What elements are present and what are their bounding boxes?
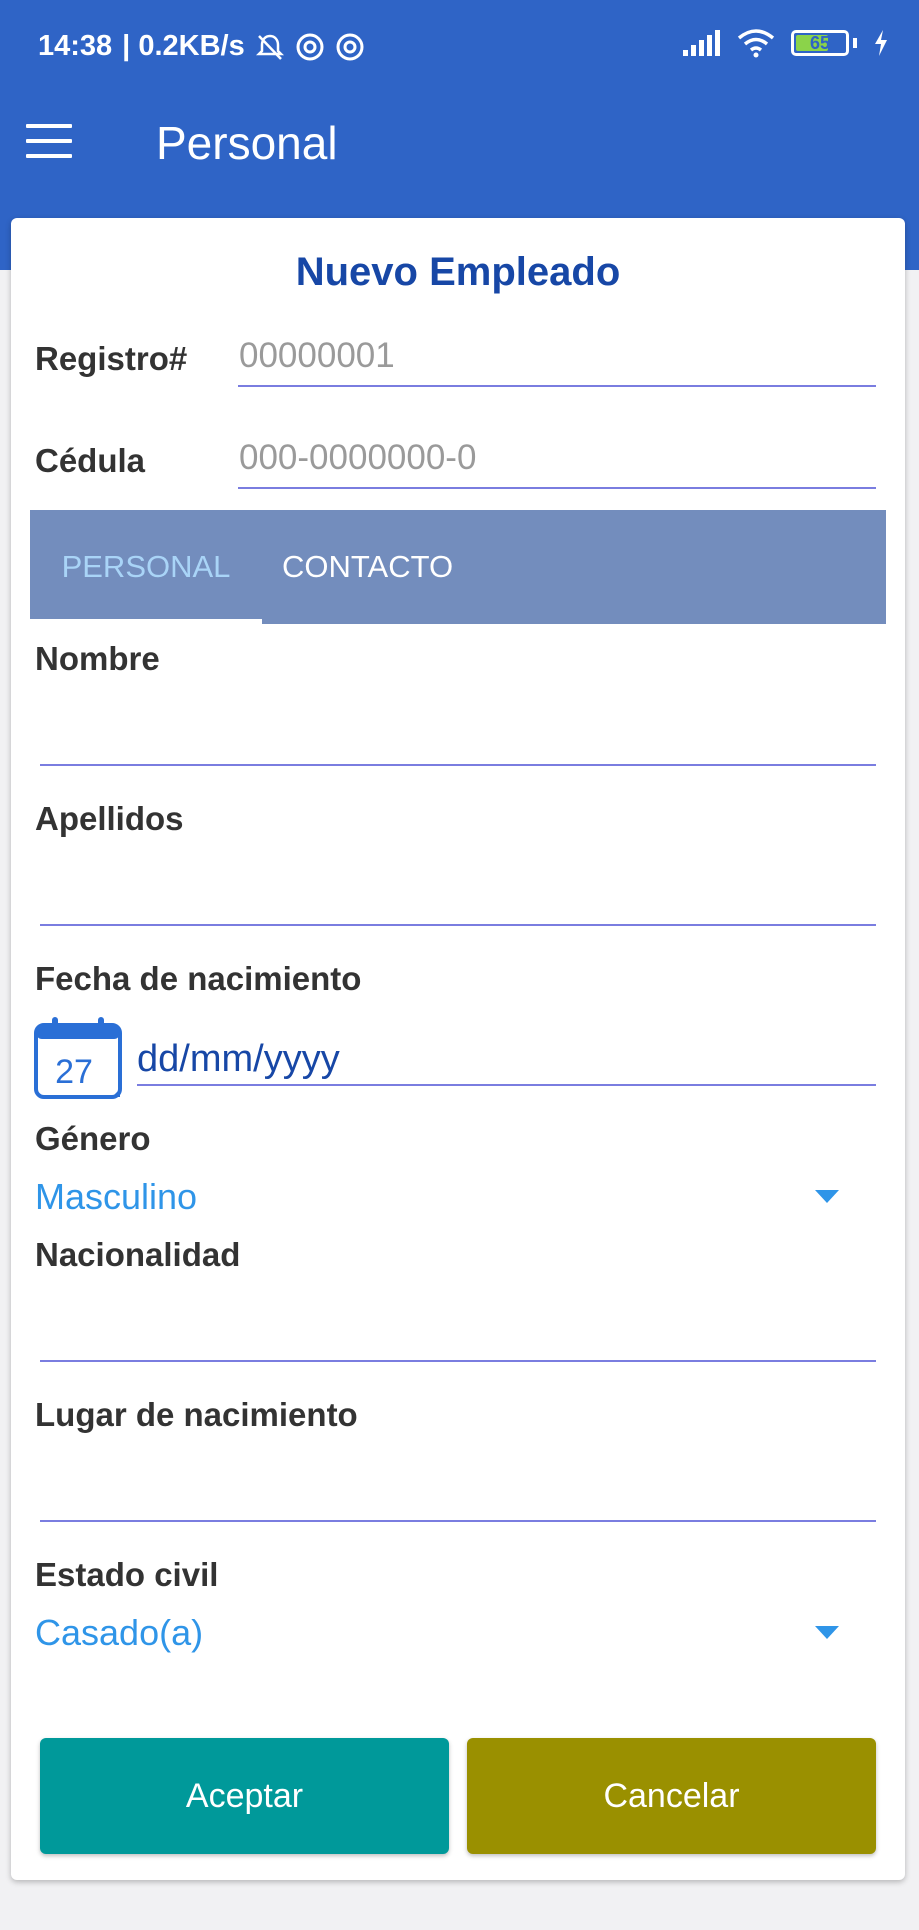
cancel-button[interactable]: Cancelar bbox=[467, 1738, 876, 1854]
genero-dropdown-arrow-icon[interactable] bbox=[815, 1190, 839, 1203]
status-right: 65 bbox=[683, 28, 889, 58]
nacionalidad-underline bbox=[40, 1360, 876, 1362]
form-title: Nuevo Empleado bbox=[295, 250, 621, 294]
cedula-underline bbox=[238, 487, 876, 489]
status-network-speed: | 0.2KB/s bbox=[122, 30, 245, 62]
lugar-input[interactable] bbox=[41, 1444, 877, 1484]
lugar-label: Lugar de nacimiento bbox=[35, 1396, 358, 1433]
toolbar: Personal bbox=[0, 92, 919, 192]
menu-icon[interactable] bbox=[26, 124, 72, 158]
calendar-icon[interactable]: 27 bbox=[32, 1015, 125, 1101]
signal-icon bbox=[683, 30, 720, 56]
battery-level: 65 bbox=[809, 32, 831, 53]
battery-tip bbox=[853, 38, 857, 48]
genero-label: Género bbox=[35, 1120, 151, 1157]
calendar-day: 27 bbox=[55, 1053, 93, 1091]
tab-personal[interactable]: PERSONAL bbox=[30, 510, 262, 624]
charging-icon bbox=[875, 30, 887, 56]
lugar-underline bbox=[40, 1520, 876, 1522]
estado-civil-select[interactable]: Casado(a) bbox=[35, 1612, 203, 1654]
status-bar: 14:38 | 0.2KB/s 65 bbox=[0, 0, 919, 92]
accept-button[interactable]: Aceptar bbox=[40, 1738, 449, 1854]
apellidos-underline bbox=[40, 924, 876, 926]
sync-status-icon bbox=[296, 33, 324, 60]
nombre-label: Nombre bbox=[35, 640, 160, 677]
registro-label: Registro# bbox=[35, 340, 188, 377]
battery-icon: 65 bbox=[791, 30, 849, 56]
tab-contacto[interactable]: CONTACTO bbox=[282, 510, 453, 624]
status-left: 14:38 | 0.2KB/s bbox=[38, 30, 365, 63]
registro-underline bbox=[238, 385, 876, 387]
form-card: Nuevo Empleado Registro# 00000001 Cédula… bbox=[11, 218, 905, 1880]
estado-civil-dropdown-arrow-icon[interactable] bbox=[815, 1626, 839, 1639]
wifi-icon bbox=[737, 29, 775, 58]
apellidos-input[interactable] bbox=[41, 848, 877, 888]
nombre-input[interactable] bbox=[41, 688, 877, 728]
estado-civil-label: Estado civil bbox=[35, 1556, 219, 1593]
sync-status-icon-2 bbox=[336, 33, 364, 60]
nombre-underline bbox=[40, 764, 876, 766]
fecha-underline bbox=[137, 1084, 876, 1086]
status-time: 14:38 bbox=[38, 30, 113, 62]
nacionalidad-input[interactable] bbox=[41, 1284, 877, 1324]
nacionalidad-label: Nacionalidad bbox=[35, 1236, 241, 1273]
registro-input[interactable]: 00000001 bbox=[239, 336, 395, 376]
page-title: Personal bbox=[156, 117, 338, 169]
bell-muted-icon bbox=[255, 34, 284, 60]
fecha-input[interactable]: dd/mm/yyyy bbox=[137, 1038, 340, 1081]
cedula-label: Cédula bbox=[35, 442, 146, 479]
genero-select[interactable]: Masculino bbox=[35, 1176, 197, 1218]
cedula-input[interactable]: 000-0000000-0 bbox=[239, 438, 476, 478]
fecha-label: Fecha de nacimiento bbox=[35, 960, 362, 997]
tab-bar: PERSONAL CONTACTO bbox=[30, 510, 886, 624]
tab-indicator bbox=[30, 619, 262, 624]
apellidos-label: Apellidos bbox=[35, 800, 184, 837]
